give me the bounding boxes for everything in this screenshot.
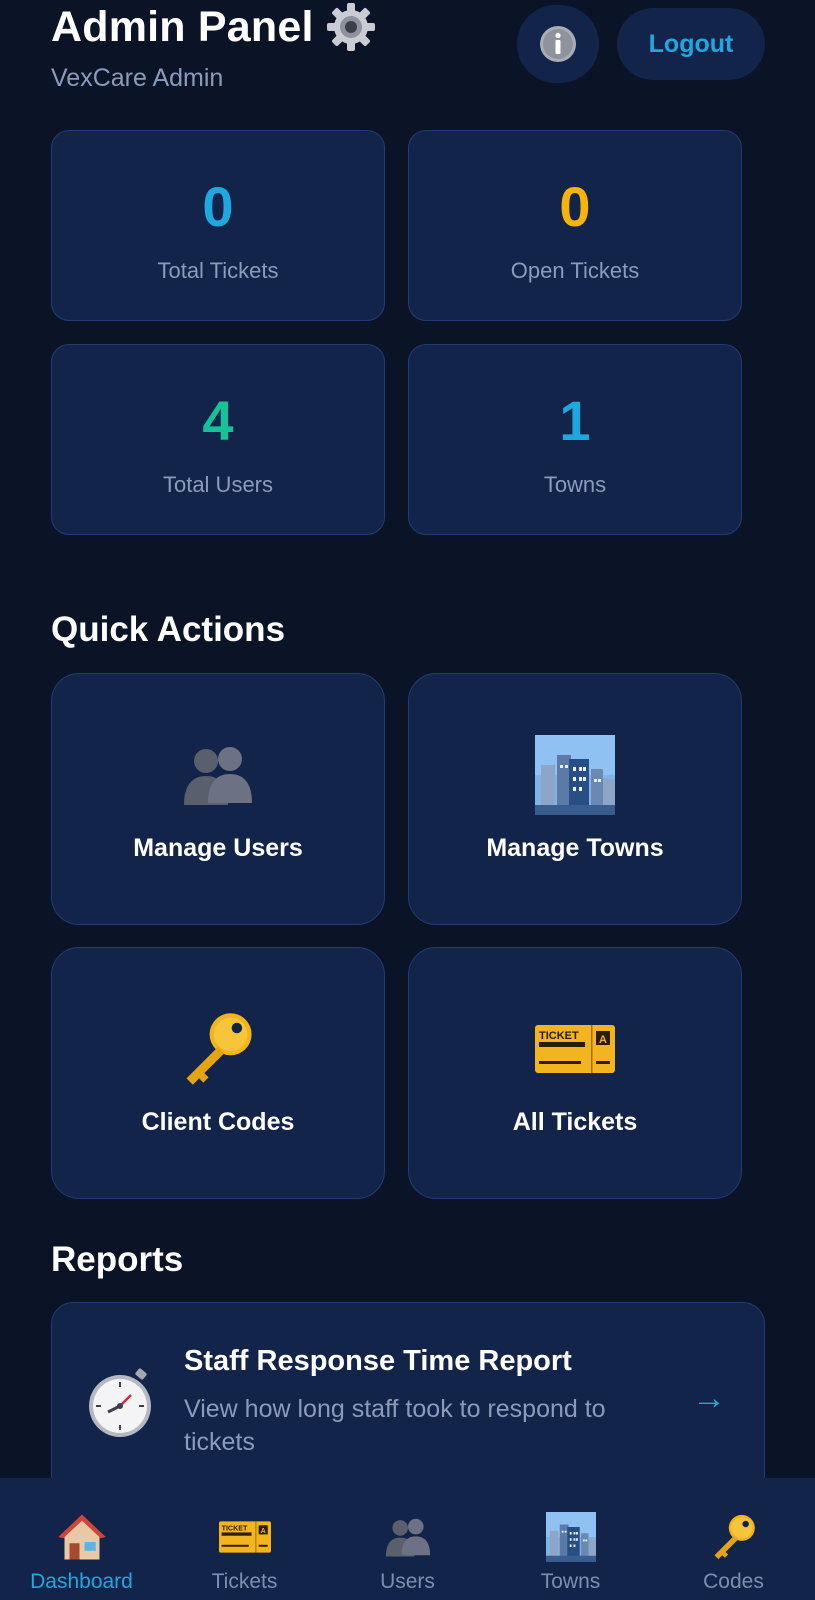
icon-wrap: [409, 732, 741, 818]
nav-label: Towns: [540, 1570, 601, 1593]
stat-label: Total Users: [162, 472, 274, 497]
stat-value: 4: [202, 389, 234, 452]
title-row: Admin Panel: [51, 2, 376, 52]
page-title: Admin Panel: [51, 3, 314, 51]
icon-wrap: [652, 1511, 815, 1563]
arrow-right-icon: →: [692, 1379, 726, 1417]
nav-codes[interactable]: Codes: [652, 1478, 815, 1600]
logout-button[interactable]: Logout: [617, 8, 765, 80]
users-icon: [382, 1516, 434, 1558]
info-button[interactable]: [517, 5, 599, 83]
stat-label: Towns: [543, 472, 607, 497]
staff-response-report-card[interactable]: Staff Response Time Report View how long…: [51, 1302, 765, 1502]
city-icon: [535, 735, 615, 815]
nav-dashboard[interactable]: Dashboard: [0, 1478, 163, 1600]
nav-towns[interactable]: Towns: [489, 1478, 652, 1600]
stat-value: 1: [559, 389, 591, 452]
manage-users-button[interactable]: Manage Users: [51, 673, 385, 925]
nav-label: Codes: [703, 1570, 764, 1593]
city-icon: [546, 1512, 596, 1562]
ticket-icon: [219, 1521, 271, 1553]
stat-value: 0: [202, 175, 234, 238]
icon-wrap: [489, 1511, 652, 1563]
nav-label: Dashboard: [30, 1570, 133, 1593]
stat-card-towns: 1 Towns: [408, 344, 742, 535]
nav-tickets[interactable]: Tickets: [163, 1478, 326, 1600]
key-icon: [176, 1007, 260, 1091]
home-icon: [57, 1512, 107, 1562]
icon-wrap: [52, 732, 384, 818]
admin-dashboard: Admin Panel VexCare Admin Logout 0 Total…: [0, 0, 815, 1600]
nav-users[interactable]: Users: [326, 1478, 489, 1600]
nav-label: Users: [380, 1570, 435, 1593]
users-icon: [178, 743, 258, 807]
icon-wrap: [52, 1006, 384, 1092]
manage-towns-button[interactable]: Manage Towns: [408, 673, 742, 925]
report-title: Staff Response Time Report: [184, 1345, 572, 1377]
nav-label: Tickets: [211, 1570, 278, 1593]
all-tickets-button[interactable]: All Tickets: [408, 947, 742, 1199]
subtitle: VexCare Admin: [51, 64, 224, 92]
info-icon: [540, 26, 576, 62]
stat-label: Total Tickets: [157, 258, 279, 283]
header: Admin Panel VexCare Admin Logout: [0, 0, 815, 110]
ticket-icon: [535, 1025, 615, 1073]
icon-wrap: [326, 1511, 489, 1563]
stopwatch-icon: [89, 1368, 151, 1437]
bottom-nav: Dashboard Tickets Users Towns Codes: [0, 1478, 815, 1600]
stat-card-total-tickets: 0 Total Tickets: [51, 130, 385, 321]
key-icon: [708, 1511, 760, 1563]
stat-label: Open Tickets: [510, 258, 640, 283]
reports-title: Reports: [51, 1240, 184, 1279]
action-label: All Tickets: [512, 1108, 638, 1136]
client-codes-button[interactable]: Client Codes: [51, 947, 385, 1199]
stat-value: 0: [559, 175, 591, 238]
action-label: Manage Users: [133, 834, 303, 862]
icon-wrap: [0, 1511, 163, 1563]
stat-card-open-tickets: 0 Open Tickets: [408, 130, 742, 321]
stat-card-total-users: 4 Total Users: [51, 344, 385, 535]
report-description: View how long staff took to respond to t…: [184, 1395, 606, 1456]
quick-actions-title: Quick Actions: [51, 610, 286, 649]
action-label: Manage Towns: [486, 834, 664, 862]
gear-icon: [326, 3, 375, 51]
action-label: Client Codes: [141, 1108, 295, 1136]
icon-wrap: [163, 1511, 326, 1563]
icon-wrap: [409, 1006, 741, 1092]
